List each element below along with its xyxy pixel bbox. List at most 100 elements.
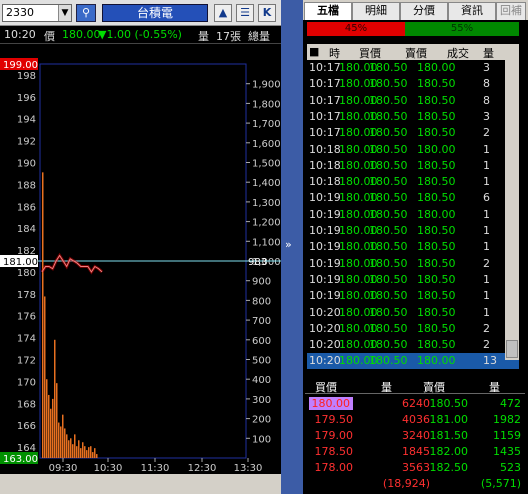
tick-row[interactable]: 10:19 180.00 180.50 180.50 1 — [307, 288, 519, 304]
tick-row[interactable]: 10:17 180.00 180.50 180.50 3 — [307, 109, 519, 125]
tick-cell: 180.50 — [369, 321, 408, 335]
pane-splitter[interactable]: » — [281, 0, 303, 494]
tick-cell: 180.50 — [369, 289, 408, 303]
tick-row[interactable]: 10:17 180.00 180.50 180.00 3 — [307, 60, 519, 76]
tick-row[interactable]: 10:19 180.00 180.50 180.50 1 — [307, 272, 519, 288]
tab-detail[interactable]: 明細 — [352, 2, 400, 20]
ask-price[interactable]: 182.00 — [430, 445, 469, 458]
tick-cell: 10:17 — [309, 126, 341, 140]
bid-total: (18,924) — [382, 477, 430, 490]
ask-price[interactable]: 181.50 — [430, 429, 469, 442]
kline-button[interactable]: K — [258, 4, 276, 22]
tick-table: ■ 時買價 賣價 成交量 10:17 180.00 180.50 180.00 3 10:17 18… — [307, 44, 519, 374]
bid-volume: 3240 — [402, 429, 430, 442]
tick-row[interactable]: 10:20 180.00 180.50 180.00 13 — [307, 353, 519, 370]
tick-row[interactable]: 10:18 180.00 180.50 180.50 1 — [307, 158, 519, 174]
volume-label: 量 — [198, 30, 209, 43]
orderbook-row[interactable]: 179.00 3240 181.50 1159 — [305, 428, 525, 444]
tab-backfill[interactable]: 回補 — [496, 2, 526, 20]
tick-cell: 180.50 — [369, 109, 408, 123]
collapse-icon[interactable]: » — [285, 238, 292, 251]
tick-cell: 180.50 — [369, 224, 408, 237]
price-label: 價 — [44, 30, 55, 43]
volume-bar — [58, 422, 60, 458]
tick-cell: 10:20 — [309, 305, 341, 319]
tick-cell: 180.50 — [369, 354, 408, 368]
vol-tick-label: 1,800 — [252, 99, 281, 110]
bid-volume: 1845 — [402, 445, 430, 458]
tick-row[interactable]: 10:17 180.00 180.50 180.50 8 — [307, 93, 519, 109]
tick-cell: 3 — [483, 61, 490, 74]
tick-row[interactable]: 10:17 180.00 180.50 180.50 8 — [307, 76, 519, 92]
orderbook-row[interactable]: 178.00 3563 182.50 523 — [305, 460, 525, 476]
orderbook-row[interactable]: 180.00 6240 180.50 472 — [305, 396, 525, 412]
tick-cell: 2 — [483, 338, 490, 352]
tick-cell: 1 — [483, 272, 490, 286]
tab-price-dist[interactable]: 分價 — [400, 2, 448, 20]
bid-price[interactable]: 178.00 — [315, 461, 354, 474]
bid-price[interactable]: 178.50 — [315, 445, 354, 458]
y-tick-label: 166 — [17, 421, 36, 432]
tick-cell: 10:19 — [309, 256, 341, 270]
volume-bar — [48, 394, 50, 458]
ask-price[interactable]: 182.50 — [430, 461, 469, 474]
tick-row[interactable]: 10:19 180.00 180.50 180.50 2 — [307, 256, 519, 272]
vol-tick-label: 800 — [252, 296, 271, 307]
tick-cell: 180.50 — [369, 175, 408, 189]
bid-volume: 3563 — [402, 461, 430, 474]
ylim-top-label: 199.00 — [3, 60, 38, 71]
volume-bar — [50, 408, 52, 458]
bid-volume: 4036 — [402, 413, 430, 426]
tick-row[interactable]: 10:20 180.00 180.50 180.50 2 — [307, 321, 519, 337]
up-button[interactable]: ▲ — [214, 4, 232, 22]
tick-row[interactable]: 10:19 180.00 180.50 180.50 6 — [307, 190, 519, 206]
bid-price[interactable]: 179.50 — [315, 413, 354, 426]
tick-cell: 180.50 — [369, 158, 408, 172]
orderbook-row[interactable]: 178.50 1845 182.00 1435 — [305, 444, 525, 460]
x-tick-label: 12:30 — [188, 463, 217, 474]
tick-cell: 180.50 — [369, 256, 408, 270]
tick-cell: 10:19 — [309, 240, 341, 254]
bid-price[interactable]: 179.00 — [315, 429, 354, 442]
vol-tick-label: 1,600 — [252, 139, 281, 150]
tick-row[interactable]: 10:19 180.00 180.50 180.00 1 — [307, 207, 519, 223]
ask-volume: 1982 — [493, 413, 521, 426]
scroll-thumb[interactable] — [506, 340, 518, 358]
y-tick-label: 180 — [17, 268, 36, 279]
lock-icon[interactable]: ■ — [309, 45, 319, 58]
tick-row[interactable]: 10:18 180.00 180.50 180.00 1 — [307, 142, 519, 158]
tick-cell: 180.00 — [417, 61, 456, 74]
tick-row[interactable]: 10:19 180.00 180.50 180.50 1 — [307, 223, 519, 239]
orderbook-row[interactable]: 179.50 4036 181.00 1982 — [305, 412, 525, 428]
volume-bar — [86, 450, 88, 458]
tick-row[interactable]: 10:17 180.00 180.50 180.50 2 — [307, 125, 519, 141]
tick-row[interactable]: 10:20 180.00 180.50 180.50 2 — [307, 337, 519, 353]
volume-bar — [90, 446, 92, 458]
ask-price[interactable]: 181.00 — [430, 413, 469, 426]
volume-bar — [94, 448, 96, 458]
tick-cell: 10:17 — [309, 61, 341, 74]
tick-cell: 1 — [483, 142, 490, 156]
y-tick-label: 176 — [17, 312, 36, 323]
tab-five-level[interactable]: 五檔 — [304, 2, 352, 20]
chevron-down-icon[interactable]: ▼ — [58, 5, 71, 21]
tick-row[interactable]: 10:18 180.00 180.50 180.50 1 — [307, 174, 519, 190]
tick-cell: 180.50 — [417, 224, 456, 237]
bid-price[interactable]: 180.00 — [308, 397, 353, 410]
ask-volume: 523 — [500, 461, 521, 474]
tick-scrollbar[interactable] — [505, 60, 519, 360]
ref-price-label: 181.00 — [3, 257, 38, 268]
tick-cell: 180.00 — [417, 207, 456, 221]
list-button[interactable]: ☰ — [236, 4, 254, 22]
y-tick-label: 184 — [17, 224, 36, 235]
tick-cell: 2 — [483, 126, 490, 140]
tab-info[interactable]: 資訊 — [448, 2, 496, 20]
tick-cell: 180.50 — [417, 158, 456, 172]
tick-row[interactable]: 10:20 180.00 180.50 180.50 1 — [307, 305, 519, 321]
ask-price[interactable]: 180.50 — [430, 397, 469, 410]
tick-row[interactable]: 10:19 180.00 180.50 180.50 1 — [307, 239, 519, 255]
search-button[interactable]: ⚲ — [76, 4, 96, 22]
tick-cell: 10:18 — [309, 158, 341, 172]
tick-cell: 180.50 — [417, 240, 456, 254]
tick-cell: 180.50 — [369, 272, 408, 286]
